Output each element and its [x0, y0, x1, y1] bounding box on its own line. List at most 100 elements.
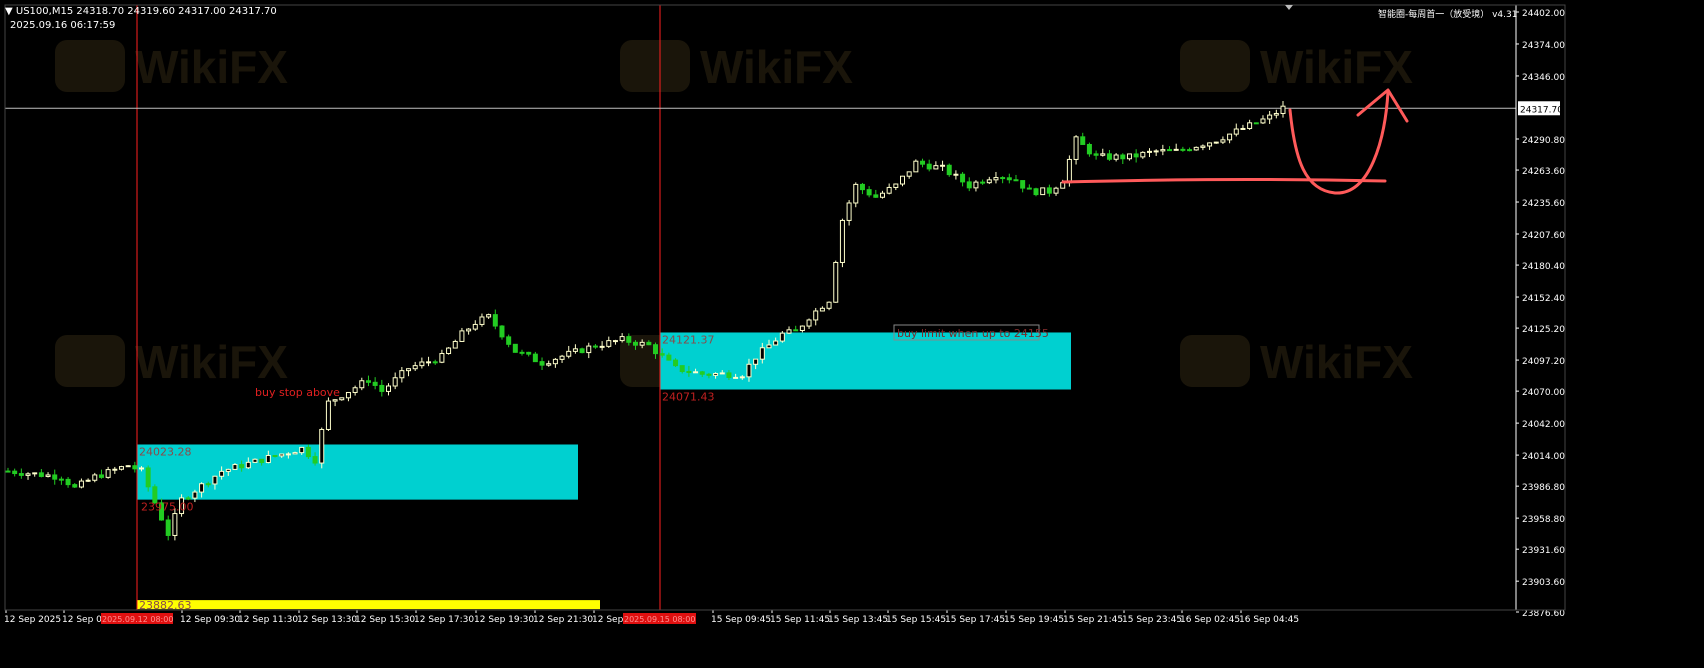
candle[interactable]: [839, 218, 845, 268]
candle[interactable]: [539, 357, 545, 371]
candle[interactable]: [112, 466, 118, 474]
candle[interactable]: [439, 349, 445, 364]
candle[interactable]: [1113, 153, 1119, 162]
candle[interactable]: [526, 351, 532, 357]
candle[interactable]: [406, 368, 412, 377]
candle[interactable]: [920, 158, 926, 168]
candle[interactable]: [1173, 143, 1179, 151]
candle[interactable]: [486, 313, 492, 319]
candle[interactable]: [612, 339, 618, 345]
candle[interactable]: [1086, 142, 1092, 157]
candle[interactable]: [579, 347, 585, 354]
candle[interactable]: [532, 351, 538, 363]
candle[interactable]: [192, 489, 198, 503]
candle[interactable]: [1187, 147, 1193, 152]
candle[interactable]: [1253, 122, 1259, 125]
candle[interactable]: [92, 472, 98, 483]
candle[interactable]: [379, 379, 385, 397]
candle[interactable]: [1073, 135, 1079, 165]
candle[interactable]: [893, 183, 899, 191]
candle[interactable]: [859, 182, 865, 195]
candle[interactable]: [25, 472, 31, 480]
candle[interactable]: [1247, 119, 1253, 130]
candle[interactable]: [479, 313, 485, 327]
candle[interactable]: [1106, 149, 1112, 161]
candle[interactable]: [913, 159, 919, 173]
candle[interactable]: [98, 469, 104, 479]
candle[interactable]: [980, 179, 986, 185]
dropdown-triangle-icon[interactable]: ▼: [5, 6, 13, 17]
candle[interactable]: [332, 399, 338, 407]
candle[interactable]: [5, 467, 11, 473]
candle[interactable]: [559, 354, 565, 363]
candle[interactable]: [132, 461, 138, 473]
candle[interactable]: [52, 469, 58, 485]
candle[interactable]: [32, 472, 38, 477]
candle[interactable]: [325, 397, 331, 432]
candle[interactable]: [472, 320, 478, 331]
candle[interactable]: [432, 359, 438, 365]
candle[interactable]: [1240, 124, 1246, 130]
price-chart[interactable]: WikiFXWikiFXWikiFXWikiFXWikiFXWikiFX 240…: [0, 0, 1704, 668]
candle[interactable]: [105, 466, 111, 479]
candle[interactable]: [499, 325, 505, 340]
candle[interactable]: [619, 333, 625, 343]
candle[interactable]: [65, 476, 71, 488]
candle[interactable]: [1273, 109, 1279, 119]
candle[interactable]: [345, 391, 351, 402]
candle[interactable]: [806, 318, 812, 329]
candle[interactable]: [1126, 153, 1132, 161]
candle[interactable]: [833, 260, 839, 303]
candle[interactable]: [1140, 151, 1146, 159]
candle[interactable]: [1020, 180, 1026, 193]
candle[interactable]: [1093, 150, 1099, 160]
candle[interactable]: [953, 170, 959, 180]
candle[interactable]: [1220, 136, 1226, 144]
candle[interactable]: [926, 159, 932, 172]
candle[interactable]: [1280, 101, 1286, 118]
price-axis[interactable]: 24402.00 24374.00 24346.00 24317.70 24290.80…: [1515, 5, 1565, 619]
candle[interactable]: [779, 331, 785, 343]
candle[interactable]: [58, 476, 64, 485]
candle[interactable]: [973, 180, 979, 192]
candle[interactable]: [359, 377, 365, 391]
candle[interactable]: [1120, 153, 1126, 165]
candle[interactable]: [786, 326, 792, 334]
candle[interactable]: [1213, 141, 1219, 144]
candle[interactable]: [940, 160, 946, 171]
candle[interactable]: [1026, 184, 1032, 190]
candle[interactable]: [352, 385, 358, 396]
candle[interactable]: [365, 375, 371, 387]
candle[interactable]: [993, 171, 999, 184]
candle[interactable]: [866, 186, 872, 198]
candle[interactable]: [1227, 133, 1233, 144]
candle[interactable]: [873, 189, 879, 198]
shift-marker-icon[interactable]: [1285, 5, 1293, 10]
candle[interactable]: [1040, 187, 1046, 196]
candle[interactable]: [599, 341, 605, 351]
candle[interactable]: [1080, 132, 1086, 145]
candle[interactable]: [1053, 186, 1059, 196]
candle[interactable]: [519, 349, 525, 356]
candle[interactable]: [1167, 146, 1173, 152]
candle[interactable]: [452, 339, 458, 349]
candle[interactable]: [18, 468, 24, 479]
candle[interactable]: [459, 327, 465, 342]
candle[interactable]: [78, 478, 84, 489]
candle[interactable]: [426, 356, 432, 367]
candle[interactable]: [1000, 176, 1006, 184]
candle[interactable]: [165, 515, 171, 541]
candle[interactable]: [572, 344, 578, 354]
candle[interactable]: [819, 306, 825, 312]
candle[interactable]: [946, 163, 952, 177]
candle[interactable]: [412, 361, 418, 371]
candle[interactable]: [399, 367, 405, 383]
candle[interactable]: [125, 465, 131, 468]
candle[interactable]: [512, 343, 518, 353]
candle[interactable]: [986, 176, 992, 185]
candle[interactable]: [1153, 149, 1159, 156]
candle[interactable]: [419, 357, 425, 369]
candle[interactable]: [385, 383, 391, 396]
candle[interactable]: [85, 478, 91, 482]
candle[interactable]: [793, 325, 799, 332]
